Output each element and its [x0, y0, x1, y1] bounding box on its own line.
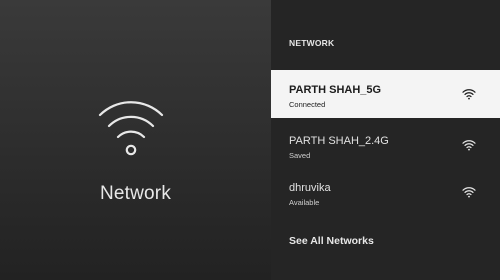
wifi-icon: [98, 101, 164, 156]
wifi-icon: [462, 89, 476, 100]
network-name: dhruvika: [289, 182, 331, 194]
network-status: Connected: [289, 100, 326, 109]
network-list-panel: NETWORK PARTH SHAH_5G Connected PARTH SH…: [271, 0, 500, 280]
network-name: PARTH SHAH_5G: [289, 84, 382, 96]
network-item-dhruvika[interactable]: dhruvika Available: [271, 168, 500, 216]
network-item-parth-shah-2-4g[interactable]: PARTH SHAH_2.4G Saved: [271, 121, 500, 169]
wifi-icon: [462, 140, 476, 151]
network-status: Available: [289, 198, 320, 207]
network-item-parth-shah-5g[interactable]: PARTH SHAH_5G Connected: [271, 70, 500, 118]
network-status: Saved: [289, 151, 311, 160]
section-header: NETWORK: [289, 38, 335, 48]
network-settings-screen: Network NETWORK PARTH SHAH_5G Connected …: [0, 0, 500, 280]
hero-title: Network: [99, 183, 172, 204]
network-hero-pane: Network: [0, 0, 271, 280]
see-all-networks-button[interactable]: See All Networks: [289, 235, 374, 247]
network-name: PARTH SHAH_2.4G: [289, 135, 389, 147]
wifi-icon: [462, 187, 476, 198]
